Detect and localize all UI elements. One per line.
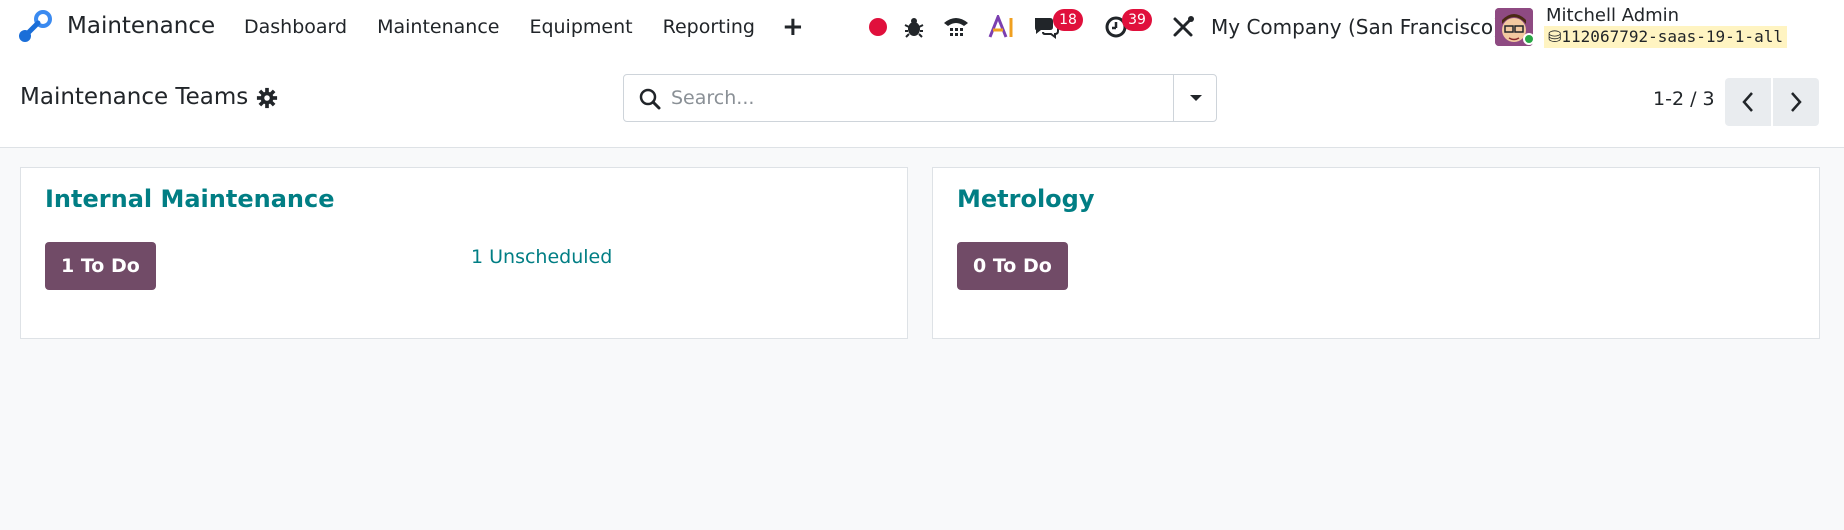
phone-icon[interactable]: [942, 15, 970, 39]
activity-badge: 39: [1122, 9, 1152, 31]
todo-button[interactable]: 0 To Do: [957, 242, 1068, 290]
ai-icon[interactable]: [988, 15, 1016, 39]
control-panel: Maintenance Teams 1-2 / 3: [0, 54, 1844, 148]
add-menu-button[interactable]: +: [782, 12, 804, 42]
top-menu: Dashboard Maintenance Equipment Reportin…: [244, 16, 785, 38]
menu-item-maintenance[interactable]: Maintenance: [377, 16, 499, 38]
team-name[interactable]: Metrology: [957, 185, 1095, 213]
page-title: Maintenance Teams: [20, 84, 249, 110]
record-icon[interactable]: [866, 15, 890, 39]
database-icon: ⛁: [1548, 27, 1562, 46]
chat-badge: 18: [1053, 9, 1083, 31]
search-bar: [623, 74, 1217, 122]
chevron-left-icon: [1742, 92, 1753, 112]
tools-icon[interactable]: [1171, 15, 1195, 39]
app-name[interactable]: Maintenance: [67, 13, 215, 39]
user-name[interactable]: Mitchell Admin: [1546, 5, 1679, 26]
database-name: 112067792-saas-19-1-all: [1561, 27, 1783, 46]
caret-down-icon: [1189, 95, 1202, 101]
bug-icon[interactable]: [902, 15, 926, 39]
team-card-internal-maintenance[interactable]: Internal Maintenance 1 To Do 1 Unschedul…: [20, 167, 908, 339]
search-icon: [639, 88, 661, 110]
gear-icon[interactable]: [256, 87, 278, 109]
menu-item-equipment[interactable]: Equipment: [529, 16, 632, 38]
search-input[interactable]: [671, 83, 1191, 113]
menu-item-reporting[interactable]: Reporting: [663, 16, 755, 38]
pager-value[interactable]: 1-2 / 3: [1653, 88, 1715, 110]
app-logo-icon[interactable]: [17, 10, 53, 44]
database-tag: ⛁112067792-saas-19-1-all: [1544, 26, 1787, 48]
chevron-right-icon: [1791, 92, 1802, 112]
todo-button[interactable]: 1 To Do: [45, 242, 156, 290]
search-options-toggle[interactable]: [1173, 74, 1217, 122]
team-card-metrology[interactable]: Metrology 0 To Do: [932, 167, 1820, 339]
main-navbar: Maintenance Dashboard Maintenance Equipm…: [0, 0, 1844, 54]
menu-item-dashboard[interactable]: Dashboard: [244, 16, 347, 38]
pager-next-button[interactable]: [1773, 78, 1819, 126]
pager-previous-button[interactable]: [1725, 78, 1771, 126]
company-switcher[interactable]: My Company (San Francisco): [1211, 15, 1501, 39]
team-name[interactable]: Internal Maintenance: [45, 185, 334, 213]
online-status-icon: [1523, 33, 1535, 45]
unscheduled-link[interactable]: 1 Unscheduled: [471, 246, 612, 268]
